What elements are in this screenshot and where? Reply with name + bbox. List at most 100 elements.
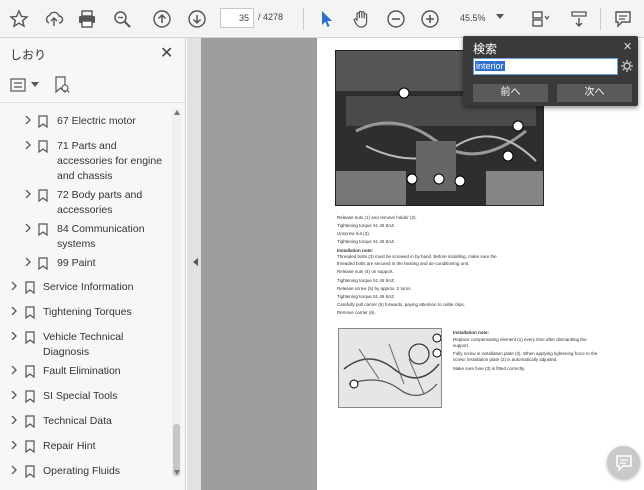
comment-icon (615, 454, 632, 472)
bookmark-icon (38, 115, 48, 128)
bookmark-label: Repair Hint (43, 440, 96, 452)
panel-title: しおり (10, 48, 47, 62)
chevron-right-icon[interactable] (24, 258, 32, 266)
chevron-right-icon[interactable] (10, 366, 18, 374)
chevron-right-icon[interactable] (10, 416, 18, 424)
chevron-right-icon[interactable] (10, 466, 18, 474)
bookmark-label: Tightening Torques (43, 306, 132, 318)
chevron-right-icon[interactable] (10, 441, 18, 449)
scroll-up-icon[interactable] (174, 110, 180, 115)
toolbar-divider (303, 8, 304, 30)
doc-line: threaded bolts are secured in the heatin… (337, 261, 470, 266)
note-line: Make sure fuse (3) is fitted correctly. (453, 366, 526, 371)
bookmark-icon (25, 365, 35, 378)
bookmark-icon (38, 140, 48, 153)
main-toolbar: 35 / 4278 45.5% (0, 0, 644, 38)
bookmark-icon (25, 331, 35, 344)
doc-line: Tightening torque 51 45 8AZ. (337, 223, 396, 228)
scroll-mode-icon[interactable] (528, 7, 552, 31)
note-line: screw, installation plate (2) is automat… (453, 357, 558, 362)
zoom-in-icon[interactable] (418, 7, 442, 31)
note-line: support. (453, 343, 470, 348)
zoom-out-icon[interactable] (384, 7, 408, 31)
doc-line: Remove carrier (6). (337, 310, 376, 315)
hand-icon[interactable] (349, 7, 373, 31)
bookmark-label: 71 Parts and accessories for engine and … (57, 140, 163, 182)
note-line: Replace compensating element (1) every t… (453, 337, 587, 342)
wiring-illustration (339, 329, 441, 407)
page-total: / 4278 (258, 12, 284, 22)
sidebar-scrollbar[interactable] (172, 108, 181, 478)
bookmark-icon (25, 281, 35, 294)
find-next-button[interactable]: 次へ (557, 84, 632, 102)
bookmark-icon (25, 415, 35, 428)
find-title: 検索 (473, 42, 498, 56)
bookmark-icon (25, 306, 35, 319)
doc-line: Unscrew nut (3). (337, 231, 371, 236)
collapse-panel-icon[interactable] (193, 258, 198, 266)
doc-line: Tightening torque 51 45 8AZ. (337, 278, 396, 283)
bookmarks-panel: しおり ✕ 67 Electric motor 71 Parts and acc… (0, 38, 186, 490)
chevron-right-icon[interactable] (24, 190, 32, 198)
bookmark-icon (38, 223, 48, 236)
chevron-right-icon[interactable] (10, 391, 18, 399)
chevron-right-icon[interactable] (10, 332, 18, 340)
bookmark-icon (25, 465, 35, 478)
find-query-selected: interior (475, 61, 505, 71)
doc-line: Release screw (5) by approx. 2 turns. (337, 286, 412, 291)
close-icon[interactable]: ✕ (623, 40, 632, 53)
bookmark-icon (25, 440, 35, 453)
bookmark-label: Vehicle Technical Diagnosis (43, 331, 124, 358)
zoom-search-icon[interactable] (110, 7, 134, 31)
doc-line: Tightening torque 51 45 8AZ. (337, 239, 396, 244)
scrollbar-thumb[interactable] (173, 424, 180, 476)
star-icon[interactable] (7, 7, 31, 31)
bookmark-icon (25, 390, 35, 403)
bookmark-label: SI Special Tools (43, 390, 118, 402)
bookmark-icon (38, 257, 48, 270)
fit-page-icon[interactable] (567, 7, 591, 31)
chevron-right-icon[interactable] (24, 224, 32, 232)
doc-line: Release nuts (4) on support. (337, 269, 394, 274)
doc-line: Carefully pull carrier (6) forwards, pay… (337, 302, 466, 307)
chevron-right-icon[interactable] (24, 116, 32, 124)
page-up-icon[interactable] (150, 7, 174, 31)
print-icon[interactable] (75, 7, 99, 31)
upload-icon[interactable] (42, 7, 66, 31)
bookmark-label: 99 Paint (57, 257, 96, 269)
chevron-down-icon[interactable] (496, 14, 504, 19)
bookmark-label: Fault Elimination (43, 365, 121, 377)
comment-icon[interactable] (611, 7, 635, 31)
chevron-right-icon[interactable] (24, 141, 32, 149)
divider (0, 102, 186, 103)
bookmark-label: Service Information (43, 281, 134, 293)
doc-line: Threaded bolts (3) must be screwed in by… (337, 254, 497, 259)
gear-icon[interactable] (621, 60, 633, 72)
find-input[interactable]: interior (473, 58, 618, 75)
find-dialog: 検索 ✕ interior 前へ 次へ (463, 36, 638, 106)
chevron-right-icon[interactable] (10, 282, 18, 290)
options-list-icon[interactable] (10, 78, 28, 92)
comment-fab-button[interactable] (607, 446, 640, 479)
bookmark-search-icon[interactable] (54, 76, 70, 94)
close-icon[interactable]: ✕ (160, 43, 173, 63)
doc-line: Release nuts (1) and remove holder (2). (337, 215, 417, 220)
bookmark-label: Operating Fluids (43, 465, 121, 477)
find-previous-button[interactable]: 前へ (473, 84, 548, 102)
select-cursor-icon[interactable] (314, 7, 338, 31)
scroll-down-icon[interactable] (174, 470, 180, 475)
bookmark-label: 67 Electric motor (57, 115, 136, 127)
page-number-input[interactable]: 35 (220, 8, 254, 28)
bookmark-label: Technical Data (43, 415, 112, 427)
bookmark-label: 84 Communication systems (57, 223, 145, 250)
note-line: Fully screw in installation plate (3). W… (453, 351, 598, 356)
bookmark-label: 72 Body parts and accessories (57, 189, 143, 216)
chevron-down-icon[interactable] (31, 82, 39, 88)
wiring-diagram (338, 328, 442, 408)
page-down-icon[interactable] (185, 7, 209, 31)
doc-line: Installation note: (337, 248, 373, 253)
doc-line: Tightening torque 51 45 8AZ. (337, 294, 396, 299)
installation-note-title: Installation note: (453, 330, 489, 335)
chevron-right-icon[interactable] (10, 307, 18, 315)
bookmark-icon (38, 189, 48, 202)
